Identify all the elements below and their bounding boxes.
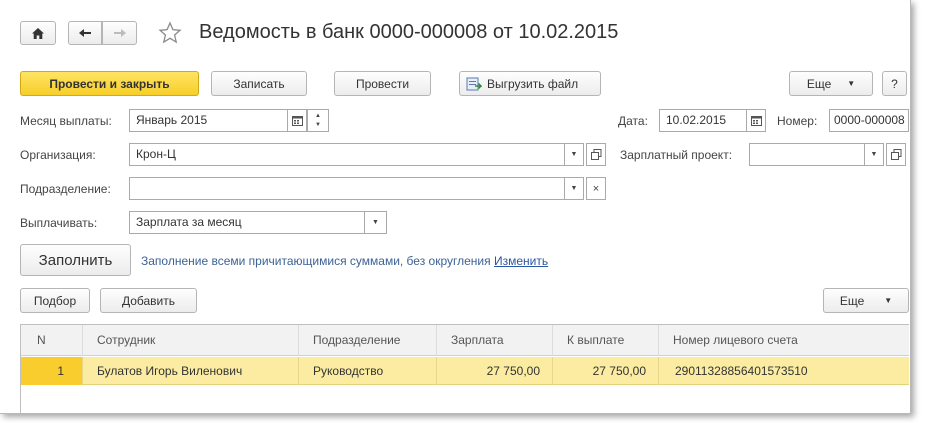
month-spinner[interactable]: ▲ ▼: [307, 109, 329, 132]
cell-account-number: 29011328856401573510: [675, 364, 808, 378]
home-icon: [32, 27, 44, 39]
calendar-icon: [291, 116, 303, 126]
employees-table[interactable]: N Сотрудник Подразделение Зарплата К вып…: [20, 324, 909, 413]
back-button[interactable]: [68, 21, 102, 45]
department-label: Подразделение:: [20, 182, 111, 196]
table-more-button[interactable]: Еще ▼: [823, 288, 909, 313]
change-fill-link[interactable]: Изменить: [494, 254, 548, 268]
number-label: Номер:: [777, 114, 818, 128]
select-button[interactable]: Подбор: [20, 288, 90, 313]
cell-n: 1: [21, 357, 83, 385]
export-file-button[interactable]: Выгрузить файл: [459, 71, 601, 96]
home-button[interactable]: [20, 21, 56, 45]
post-button[interactable]: Провести: [334, 71, 431, 96]
department-field[interactable]: [129, 177, 565, 200]
more-actions-button[interactable]: Еще ▼: [789, 71, 873, 96]
date-field[interactable]: 10.02.2015: [659, 109, 747, 132]
payroll-project-label: Зарплатный проект:: [620, 148, 733, 162]
column-header-account-number[interactable]: Номер лицевого счета: [659, 325, 910, 356]
chevron-down-icon: ▼: [372, 219, 379, 226]
cell-employee: Булатов Игорь Виленович: [83, 357, 299, 385]
cell-to-pay: 27 750,00: [553, 357, 659, 385]
payroll-project-field[interactable]: [749, 143, 865, 166]
arrow-left-icon: [79, 29, 91, 37]
organization-open-button[interactable]: [586, 143, 606, 166]
payroll-project-dropdown-button[interactable]: ▼: [864, 143, 884, 166]
chevron-down-icon: ▼: [570, 151, 578, 158]
date-calendar-button[interactable]: [746, 109, 766, 132]
pay-type-field[interactable]: Зарплата за месяц: [129, 211, 365, 234]
department-dropdown-button[interactable]: ▼: [564, 177, 584, 200]
column-header-n[interactable]: N: [21, 325, 83, 356]
pay-type-dropdown-button[interactable]: ▼: [364, 211, 387, 234]
clear-icon: ×: [592, 182, 600, 195]
favorite-star-icon[interactable]: [158, 21, 182, 45]
page-title: Ведомость в банк 0000-000008 от 10.02.20…: [199, 21, 619, 43]
payroll-project-open-button[interactable]: [886, 143, 906, 166]
month-field[interactable]: Январь 2015: [129, 109, 288, 132]
table-row[interactable]: 1 Булатов Игорь Виленович Руководство 27…: [21, 357, 909, 385]
add-button[interactable]: Добавить: [100, 288, 197, 313]
chevron-down-icon: ▼: [884, 296, 893, 305]
document-window: Ведомость в банк 0000-000008 от 10.02.20…: [0, 0, 911, 414]
month-calendar-button[interactable]: [287, 109, 307, 132]
fill-info-text: Заполнение всеми причитающимися суммами,…: [141, 254, 491, 268]
fill-info: Заполнение всеми причитающимися суммами,…: [141, 254, 548, 268]
pay-type-label: Выплачивать:: [20, 216, 98, 230]
export-file-icon: [466, 77, 482, 90]
cell-salary: 27 750,00: [437, 357, 553, 385]
forward-button[interactable]: [102, 21, 137, 45]
more-actions-label: Еще: [806, 76, 832, 91]
calendar-icon: [750, 116, 762, 126]
cell-department: Руководство: [299, 357, 437, 385]
chevron-down-icon: ▼: [847, 79, 856, 88]
month-label: Месяц выплаты:: [20, 114, 112, 128]
organization-dropdown-button[interactable]: ▼: [564, 143, 584, 166]
table-more-label: Еще: [839, 293, 865, 308]
column-header-employee[interactable]: Сотрудник: [83, 325, 299, 356]
chevron-down-icon: ▼: [870, 151, 878, 158]
arrow-right-icon: [113, 29, 126, 37]
column-header-salary[interactable]: Зарплата: [437, 325, 553, 356]
chevron-down-icon: ▼: [570, 185, 578, 192]
help-button[interactable]: ?: [882, 71, 907, 96]
column-header-to-pay[interactable]: К выплате: [553, 325, 659, 356]
organization-label: Организация:: [20, 148, 96, 162]
number-field[interactable]: 0000-000008: [829, 109, 909, 132]
date-label: Дата:: [618, 114, 648, 128]
post-and-close-button[interactable]: Провести и закрыть: [20, 71, 199, 96]
spinner-up-icon[interactable]: ▲: [315, 112, 321, 121]
open-icon: [590, 149, 601, 160]
open-icon: [890, 149, 901, 160]
column-header-department[interactable]: Подразделение: [299, 325, 437, 356]
department-clear-button[interactable]: ×: [586, 177, 606, 200]
organization-field[interactable]: Крон-Ц: [129, 143, 565, 166]
fill-button[interactable]: Заполнить: [20, 244, 131, 276]
spinner-down-icon[interactable]: ▼: [315, 121, 321, 130]
export-file-label: Выгрузить файл: [487, 76, 579, 91]
table-header: N Сотрудник Подразделение Зарплата К вып…: [21, 325, 909, 356]
save-button[interactable]: Записать: [211, 71, 307, 96]
